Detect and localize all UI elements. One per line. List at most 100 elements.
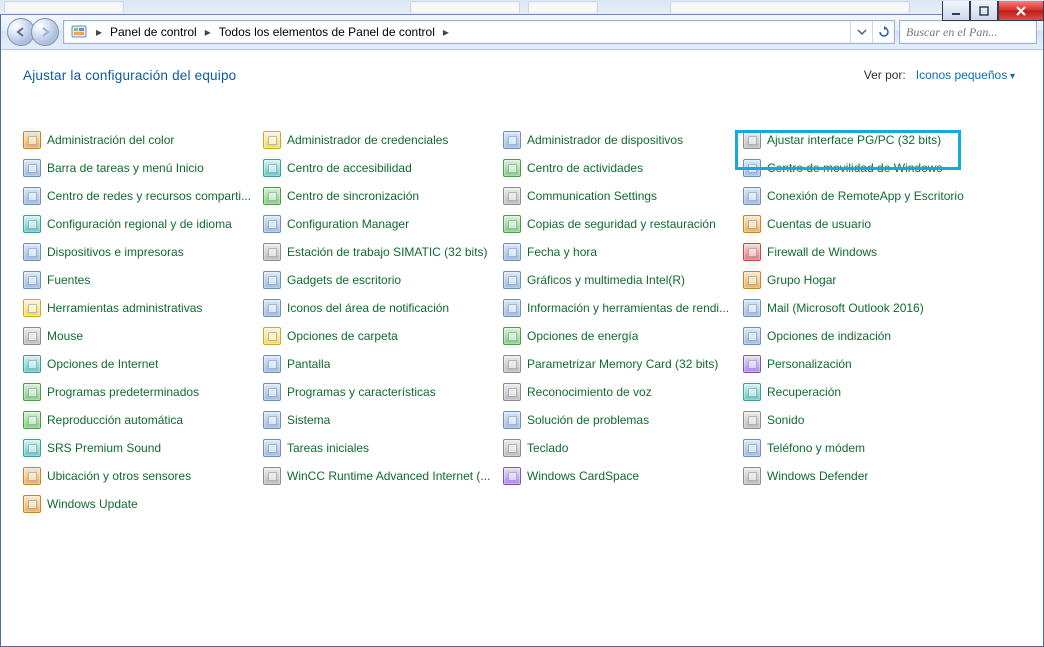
refresh-button[interactable] <box>872 21 894 43</box>
item-windows-update[interactable]: Windows Update <box>23 493 263 515</box>
view-by-control: Ver por: Iconos pequeños <box>864 68 1015 82</box>
item-memory-card[interactable]: Parametrizar Memory Card (32 bits) <box>503 353 743 375</box>
breadcrumb-all-items[interactable]: Todos los elementos de Panel de control <box>215 21 439 43</box>
phone-modem-icon <box>743 439 761 457</box>
item-mail-outlook[interactable]: Mail (Microsoft Outlook 2016) <box>743 297 983 319</box>
item-firewall[interactable]: Firewall de Windows <box>743 241 983 263</box>
item-administrador-de-dispositivos[interactable]: Administrador de dispositivos <box>503 129 743 151</box>
item-centro-redes[interactable]: Centro de redes y recursos comparti... <box>23 185 263 207</box>
item-centro-accesibilidad[interactable]: Centro de accesibilidad <box>263 157 503 179</box>
item-communication-settings[interactable]: Communication Settings <box>503 185 743 207</box>
background-windows-hint <box>0 0 1044 14</box>
item-mouse[interactable]: Mouse <box>23 325 263 347</box>
search-input[interactable] <box>904 24 1044 41</box>
item-sistema[interactable]: Sistema <box>263 409 503 431</box>
view-by-dropdown[interactable]: Iconos pequeños <box>916 68 1015 82</box>
credential-manager-icon <box>263 131 281 149</box>
item-centro-movilidad[interactable]: Centro de movilidad de Windows <box>743 157 983 179</box>
firewall-icon <box>743 243 761 261</box>
item-recuperacion[interactable]: Recuperación <box>743 381 983 403</box>
date-time-icon <box>503 243 521 261</box>
item-ajustar-interface-pgpc[interactable]: Ajustar interface PG/PC (32 bits) <box>743 129 983 151</box>
region-language-icon <box>23 215 41 233</box>
item-programas-caracteristicas[interactable]: Programas y características <box>263 381 503 403</box>
item-opciones-internet[interactable]: Opciones de Internet <box>23 353 263 375</box>
autoplay-icon <box>23 411 41 429</box>
item-administracion-del-color[interactable]: Administración del color <box>23 129 263 151</box>
system-icon <box>263 411 281 429</box>
color-management-icon <box>23 131 41 149</box>
item-telefono-modem[interactable]: Teléfono y módem <box>743 437 983 459</box>
item-windows-cardspace[interactable]: Windows CardSpace <box>503 465 743 487</box>
internet-options-icon <box>23 355 41 373</box>
performance-info-icon <box>503 299 521 317</box>
item-solucion-problemas[interactable]: Solución de problemas <box>503 409 743 431</box>
item-fecha-hora[interactable]: Fecha y hora <box>503 241 743 263</box>
mouse-icon <box>23 327 41 345</box>
item-reconocimiento-voz[interactable]: Reconocimiento de voz <box>503 381 743 403</box>
item-iconos-notificacion[interactable]: Iconos del área de notificación <box>263 297 503 319</box>
mobility-center-icon <box>743 159 761 177</box>
nav-forward-button[interactable] <box>31 18 59 46</box>
item-pantalla[interactable]: Pantalla <box>263 353 503 375</box>
navigation-bar: ▸ Panel de control ▸ Todos los elementos… <box>1 15 1043 50</box>
item-grupo-hogar[interactable]: Grupo Hogar <box>743 269 983 291</box>
personalization-icon <box>743 355 761 373</box>
item-dispositivos-impresoras[interactable]: Dispositivos e impresoras <box>23 241 263 263</box>
sync-center-icon <box>263 187 281 205</box>
item-simatic-workstation[interactable]: Estación de trabajo SIMATIC (32 bits) <box>263 241 503 263</box>
item-programas-predeterminados[interactable]: Programas predeterminados <box>23 381 263 403</box>
item-intel-graphics[interactable]: Gráficos y multimedia Intel(R) <box>503 269 743 291</box>
ease-of-access-icon <box>263 159 281 177</box>
breadcrumb-panel-de-control[interactable]: Panel de control <box>106 21 201 43</box>
item-wincc-runtime[interactable]: WinCC Runtime Advanced Internet (... <box>263 465 503 487</box>
item-tareas-iniciales[interactable]: Tareas iniciales <box>263 437 503 459</box>
item-centro-actividades[interactable]: Centro de actividades <box>503 157 743 179</box>
item-teclado[interactable]: Teclado <box>503 437 743 459</box>
item-configuration-manager[interactable]: Configuration Manager <box>263 213 503 235</box>
search-box[interactable] <box>899 20 1037 44</box>
defender-icon <box>743 467 761 485</box>
item-opciones-indizacion[interactable]: Opciones de indización <box>743 325 983 347</box>
sound-icon <box>743 411 761 429</box>
item-performance-info[interactable]: Información y herramientas de rendi... <box>503 297 743 319</box>
chevron-right-icon[interactable]: ▸ <box>201 25 215 39</box>
item-remoteapp[interactable]: Conexión de RemoteApp y Escritorio <box>743 185 983 207</box>
item-windows-defender[interactable]: Windows Defender <box>743 465 983 487</box>
item-srs-premium-sound[interactable]: SRS Premium Sound <box>23 437 263 459</box>
item-herramientas-admin[interactable]: Herramientas administrativas <box>23 297 263 319</box>
item-config-regional[interactable]: Configuración regional y de idioma <box>23 213 263 235</box>
content-area: Ver por: Iconos pequeños Ajustar la conf… <box>1 50 1043 646</box>
action-center-icon <box>503 159 521 177</box>
chevron-right-icon[interactable]: ▸ <box>92 25 106 39</box>
item-gadgets[interactable]: Gadgets de escritorio <box>263 269 503 291</box>
item-cuentas-usuario[interactable]: Cuentas de usuario <box>743 213 983 235</box>
item-opciones-energia[interactable]: Opciones de energía <box>503 325 743 347</box>
item-barra-de-tareas[interactable]: Barra de tareas y menú Inicio <box>23 157 263 179</box>
user-accounts-icon <box>743 215 761 233</box>
chevron-right-icon[interactable]: ▸ <box>439 25 453 39</box>
address-dropdown-button[interactable] <box>850 21 872 43</box>
device-manager-icon <box>503 131 521 149</box>
minimize-button[interactable] <box>942 1 970 21</box>
chevron-down-icon <box>857 27 867 37</box>
close-button[interactable] <box>998 1 1044 21</box>
item-ubicacion-sensores[interactable]: Ubicación y otros sensores <box>23 465 263 487</box>
item-sonido[interactable]: Sonido <box>743 409 983 431</box>
maximize-button[interactable] <box>970 1 998 21</box>
cardspace-icon <box>503 467 521 485</box>
item-personalizacion[interactable]: Personalización <box>743 353 983 375</box>
display-icon <box>263 355 281 373</box>
item-fuentes[interactable]: Fuentes <box>23 269 263 291</box>
wincc-runtime-icon <box>263 467 281 485</box>
notification-icons-icon <box>263 299 281 317</box>
address-bar[interactable]: ▸ Panel de control ▸ Todos los elementos… <box>63 20 895 44</box>
item-administrador-de-credenciales[interactable]: Administrador de credenciales <box>263 129 503 151</box>
item-reproduccion-automatica[interactable]: Reproducción automática <box>23 409 263 431</box>
getting-started-icon <box>263 439 281 457</box>
item-copias-seguridad[interactable]: Copias de seguridad y restauración <box>503 213 743 235</box>
network-center-icon <box>23 187 41 205</box>
item-centro-sincronizacion[interactable]: Centro de sincronización <box>263 185 503 207</box>
admin-tools-icon <box>23 299 41 317</box>
item-opciones-carpeta[interactable]: Opciones de carpeta <box>263 325 503 347</box>
